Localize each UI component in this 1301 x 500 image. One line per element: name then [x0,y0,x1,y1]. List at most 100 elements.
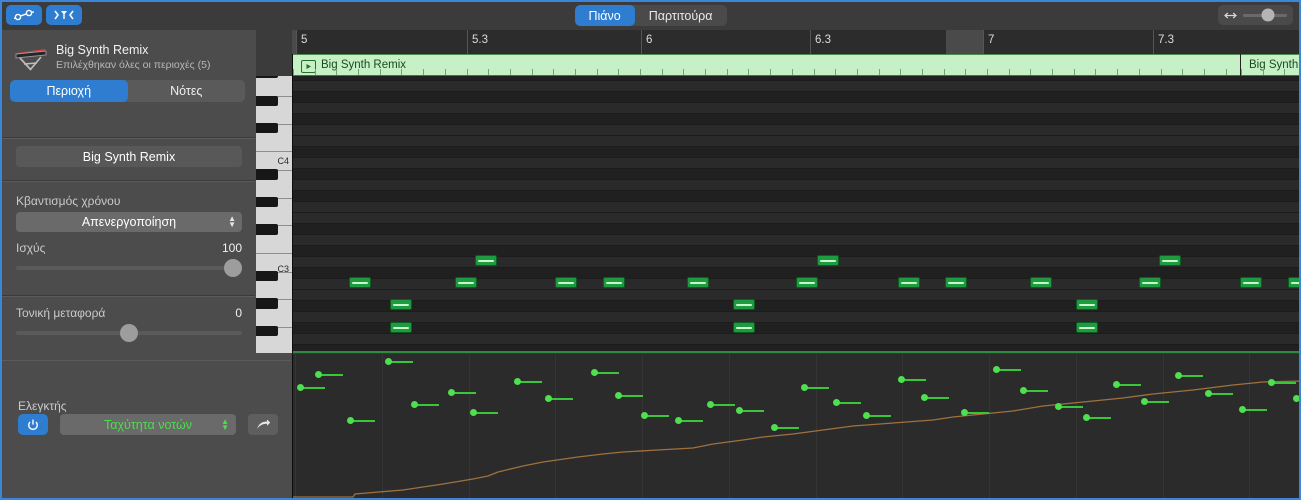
grid-row-black[interactable] [293,246,1301,257]
midi-note[interactable] [1159,255,1181,266]
velocity-point[interactable] [707,401,714,408]
grid-row-white[interactable] [293,125,1301,136]
velocity-point[interactable] [675,417,682,424]
piano-black-key[interactable] [256,298,278,308]
velocity-point[interactable] [545,395,552,402]
velocity-point[interactable] [801,384,808,391]
piano-black-key[interactable] [256,96,278,106]
region-name-field[interactable]: Big Synth Remix [16,146,242,167]
midi-note[interactable] [733,299,755,310]
piano-white-key[interactable] [256,235,292,254]
grid-row-black[interactable] [293,147,1301,158]
timeline-ruler[interactable]: 55.366.377.3 [292,30,1301,54]
zoom-slider-group[interactable] [1218,5,1293,25]
grid-row-white[interactable] [293,213,1301,224]
tab-score[interactable]: Παρτιτούρα [635,5,727,26]
midi-note[interactable] [390,322,412,333]
velocity-point[interactable] [641,412,648,419]
piano-white-key[interactable] [256,79,292,98]
grid-row-white[interactable] [293,235,1301,246]
velocity-point[interactable] [1141,398,1148,405]
midi-note[interactable] [817,255,839,266]
tab-piano[interactable]: Πιάνο [574,5,634,26]
strength-slider[interactable] [16,266,242,270]
note-grid[interactable] [293,76,1301,353]
midi-note[interactable] [475,255,497,266]
velocity-point[interactable] [514,378,521,385]
grid-row-white[interactable] [293,257,1301,268]
velocity-point[interactable] [1175,372,1182,379]
velocity-point[interactable] [833,399,840,406]
piano-white-key[interactable] [256,180,292,199]
grid-row-black[interactable] [293,169,1301,180]
velocity-point[interactable] [993,366,1000,373]
region-header-big-synth-r[interactable]: Big Synth R [1241,54,1301,76]
segment-notes[interactable]: Νότες [128,80,246,102]
velocity-point[interactable] [315,371,322,378]
velocity-point[interactable] [470,409,477,416]
midi-note[interactable] [1030,277,1052,288]
strength-slider-knob[interactable] [224,259,242,277]
piano-white-key[interactable] [256,309,292,328]
transpose-slider[interactable] [16,331,242,335]
velocity-point[interactable] [961,409,968,416]
velocity-point[interactable] [591,369,598,376]
controller-power-button[interactable] [18,414,48,435]
grid-row-black[interactable] [293,114,1301,125]
velocity-point[interactable] [1083,414,1090,421]
velocity-point[interactable] [863,412,870,419]
automation-velocity-lane[interactable] [292,353,1301,499]
grid-row-white[interactable] [293,290,1301,301]
grid-row-white[interactable] [293,136,1301,147]
piano-black-key[interactable] [256,123,278,133]
velocity-point[interactable] [385,358,392,365]
midi-note[interactable] [1076,322,1098,333]
velocity-point[interactable] [771,424,778,431]
view-mode-tabs[interactable]: Πιάνο Παρτιτούρα [574,5,726,26]
midi-note[interactable] [1288,277,1301,288]
velocity-point[interactable] [411,401,418,408]
piano-white-key[interactable] [256,336,292,353]
midi-note[interactable] [455,277,477,288]
piano-roll-grid[interactable]: Big Synth Remix Big Synth R [292,54,1301,353]
velocity-point[interactable] [1205,390,1212,397]
velocity-point[interactable] [736,407,743,414]
piano-black-key[interactable] [256,224,278,234]
controller-share-button[interactable] [248,414,278,435]
grid-row-white[interactable] [293,103,1301,114]
midi-note[interactable] [733,322,755,333]
zoom-slider-track[interactable] [1243,14,1287,17]
piano-black-key[interactable] [256,197,278,207]
midi-note[interactable] [898,277,920,288]
piano-keyboard[interactable]: C4C3 [256,76,293,353]
midi-note[interactable] [1076,299,1098,310]
velocity-point[interactable] [448,389,455,396]
midi-note[interactable] [390,299,412,310]
time-quantize-popup[interactable]: Απενεργοποίηση ▲▼ [16,212,242,232]
piano-black-key[interactable] [256,326,278,336]
piano-black-key[interactable] [256,169,278,179]
grid-row-white[interactable] [293,312,1301,323]
grid-row-white[interactable] [293,158,1301,169]
grid-row-black[interactable] [293,191,1301,202]
velocity-point[interactable] [1020,387,1027,394]
velocity-point[interactable] [297,384,304,391]
piano-black-key[interactable] [256,271,278,281]
midi-note[interactable] [1139,277,1161,288]
note-attribute-button[interactable] [46,5,82,25]
zoom-slider-knob[interactable] [1261,9,1274,22]
grid-row-white[interactable] [293,202,1301,213]
midi-note[interactable] [687,277,709,288]
automation-curve-button[interactable] [6,5,42,25]
midi-note[interactable] [796,277,818,288]
velocity-point[interactable] [347,417,354,424]
velocity-point[interactable] [1293,395,1300,402]
grid-row-white[interactable] [293,81,1301,92]
grid-row-white[interactable] [293,334,1301,345]
velocity-point[interactable] [615,392,622,399]
region-header-big-synth-remix[interactable]: Big Synth Remix [293,54,1240,76]
grid-row-black[interactable] [293,301,1301,312]
velocity-point[interactable] [1268,379,1275,386]
grid-row-black[interactable] [293,224,1301,235]
midi-note[interactable] [349,277,371,288]
